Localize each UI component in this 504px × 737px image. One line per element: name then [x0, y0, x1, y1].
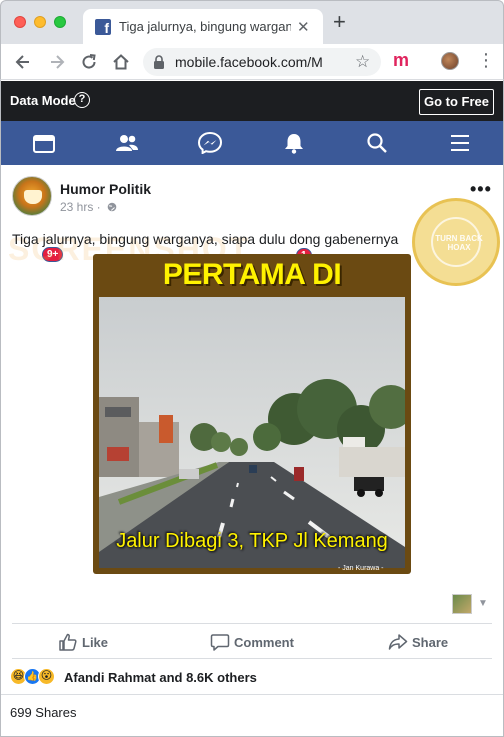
browser-toolbar: mobile.facebook.com/M... ☆ m ⋮ [0, 44, 504, 80]
window-close-button[interactable] [14, 16, 26, 28]
wow-icon: 😮 [38, 668, 55, 685]
window-maximize-button[interactable] [54, 16, 66, 28]
like-label: Like [82, 635, 109, 650]
forward-arrow-icon[interactable] [47, 52, 67, 72]
main-menu-icon[interactable] [448, 132, 472, 154]
turnbackhoax-seal: TURN BACK HOAX [412, 198, 500, 286]
window-minimize-button[interactable] [34, 16, 46, 28]
tab-title: Tiga jalurnya, bingung warganya, si [119, 19, 291, 34]
post-timestamp[interactable]: 23 hrs · [60, 200, 117, 214]
post-image[interactable]: PERTAMA DI INDONESIA [93, 254, 411, 574]
profile-avatar[interactable] [441, 52, 459, 70]
new-tab-button[interactable]: + [333, 11, 346, 33]
facebook-favicon-icon: f [95, 19, 111, 35]
notifications-bell-icon[interactable] [282, 132, 306, 154]
facebook-nav-bar: 9+ 1 [0, 121, 504, 263]
post-caption: Tiga jalurnya, bingung warganya, siapa d… [12, 231, 399, 247]
reload-icon[interactable] [79, 52, 99, 72]
help-icon[interactable]: ? [74, 92, 90, 108]
browser-tab-strip: f Tiga jalurnya, bingung warganya, si ✕ … [0, 0, 504, 45]
lock-icon [154, 55, 164, 69]
post-author[interactable]: Humor Politik [60, 181, 151, 197]
page-avatar[interactable] [12, 176, 52, 216]
url-text: mobile.facebook.com/M... [175, 54, 323, 70]
search-icon[interactable] [365, 132, 389, 154]
comment-bubble-icon [210, 634, 230, 651]
share-label: Share [412, 635, 449, 650]
public-globe-icon [107, 202, 117, 212]
home-icon[interactable] [111, 52, 131, 72]
friends-icon[interactable] [115, 132, 139, 154]
post-time: 23 hrs · [60, 200, 101, 214]
viewer-avatar[interactable] [452, 594, 472, 614]
extension-m-icon[interactable]: m [393, 51, 409, 69]
back-arrow-icon[interactable] [13, 52, 33, 72]
data-mode-bar: Data Mode ? Go to Free [0, 81, 504, 121]
tab-close-icon[interactable]: ✕ [297, 18, 310, 36]
news-feed-icon[interactable] [32, 132, 56, 154]
comment-label: Comment [234, 635, 294, 650]
divider [0, 694, 504, 695]
messenger-icon[interactable] [198, 132, 222, 154]
data-mode-label: Data Mode [10, 93, 76, 108]
share-arrow-icon [388, 634, 408, 650]
address-bar[interactable]: mobile.facebook.com/M... ☆ [143, 48, 381, 76]
shares-count[interactable]: 699 Shares [10, 705, 77, 720]
post-options-icon[interactable]: ••• [470, 179, 492, 200]
avatar-face [24, 190, 42, 204]
image-subtitle: Jalur Dibagi 3, TKP Jl Kemang [116, 530, 388, 552]
identity-switch-caret-icon[interactable]: ▼ [478, 598, 488, 609]
street-photo [99, 297, 405, 568]
thumbs-up-icon [59, 633, 77, 651]
browser-menu-icon[interactable]: ⋮ [477, 50, 495, 70]
image-credit: - Jan Kurawa - [338, 565, 384, 572]
browser-tab[interactable]: f Tiga jalurnya, bingung warganya, si ✕ [83, 9, 323, 45]
go-to-free-button[interactable]: Go to Free [419, 89, 494, 115]
bookmark-star-icon[interactable]: ☆ [355, 52, 370, 72]
seal-text: TURN BACK HOAX [435, 234, 483, 252]
post-actions-bar: Like Comment Share [12, 623, 492, 659]
reactions-summary[interactable]: Afandi Rahmat and 8.6K others [64, 670, 257, 685]
